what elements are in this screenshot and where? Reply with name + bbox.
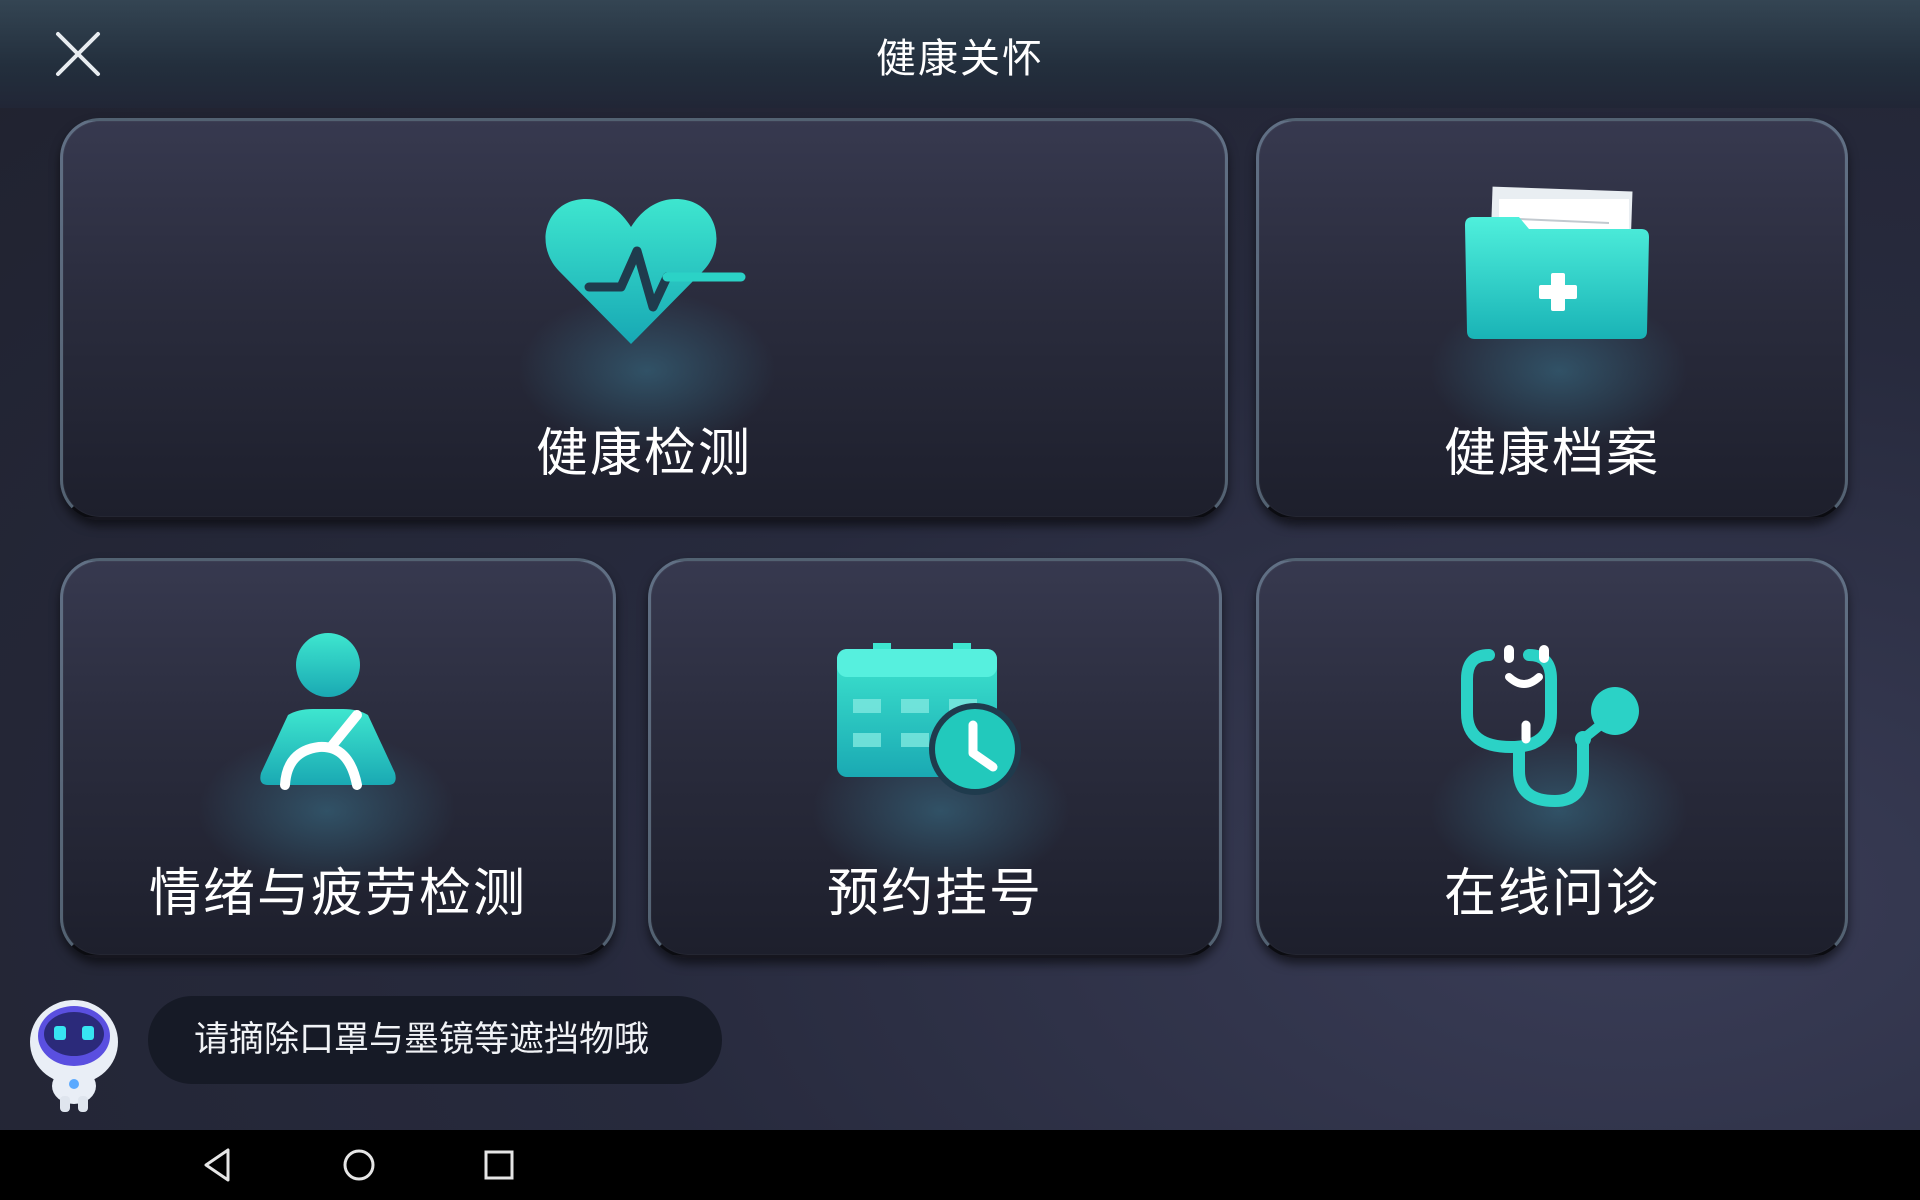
navigation-bar [0,1130,1920,1200]
appointment-label: 预约挂号 [826,864,1043,924]
appointment-card[interactable]: 预约挂号 [648,558,1222,958]
assistant-message-bubble: 请摘除口罩与墨镜等遮挡物哦 [148,996,722,1084]
person-icon [253,633,403,797]
health-check-label: 健康检测 [535,424,752,484]
health-check-card[interactable]: 健康检测 [60,118,1228,520]
heart-pulse-icon [541,189,751,363]
assistant-message-text: 请摘除口罩与墨镜等遮挡物哦 [194,1020,650,1060]
health-record-label: 健康档案 [1443,424,1660,484]
mood-fatigue-card[interactable]: 情绪与疲劳检测 [60,558,616,958]
medical-folder-icon [1459,183,1659,347]
back-triangle-icon[interactable] [198,1144,240,1186]
recents-square-icon[interactable] [478,1144,520,1186]
health-record-card[interactable]: 健康档案 [1256,118,1848,520]
calendar-clock-icon [837,643,1027,807]
home-circle-icon[interactable] [338,1144,380,1186]
top-bar: 健康关怀 [0,0,1920,108]
page-title: 健康关怀 [876,36,1044,82]
stethoscope-icon [1459,643,1659,817]
online-consult-label: 在线问诊 [1443,864,1660,924]
mood-fatigue-label: 情绪与疲劳检测 [148,864,527,924]
online-consult-card[interactable]: 在线问诊 [1256,558,1848,958]
robot-assistant-icon[interactable] [26,996,122,1114]
